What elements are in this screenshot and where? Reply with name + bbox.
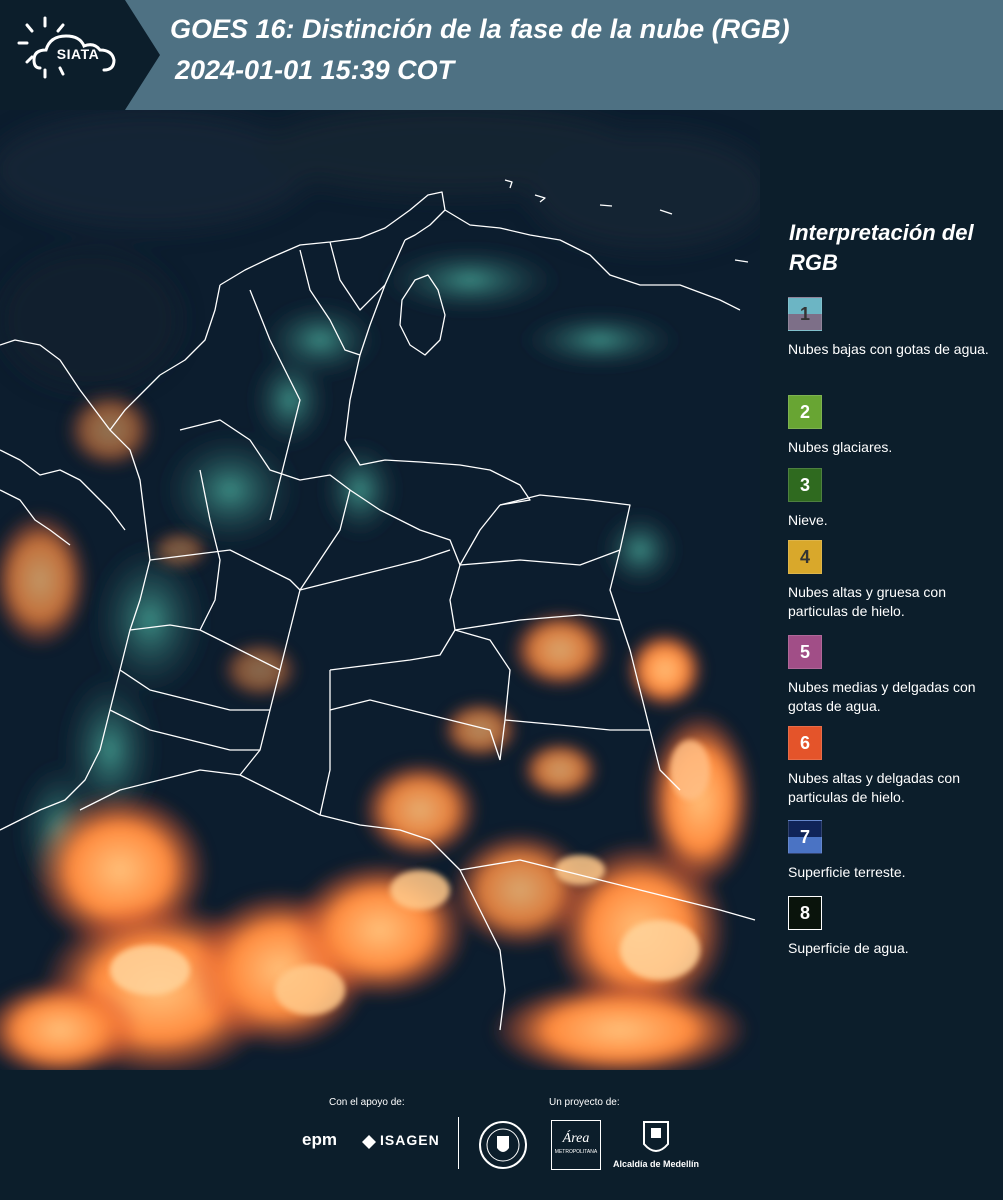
header-bar: SIATA GOES 16: Distinción de la fase de … <box>0 0 1003 110</box>
legend-swatch-3: 3 <box>788 468 822 502</box>
legend-number-8: 8 <box>799 903 810 923</box>
legend-number-1: 1 <box>799 304 810 324</box>
siata-logo-text: SIATA <box>56 46 100 62</box>
legend-item-1: 1 Nubes bajas con gotas de agua. <box>788 297 998 359</box>
footer-separator <box>458 1117 459 1169</box>
legend-swatch-6: 6 <box>788 726 822 760</box>
legend-number-7: 7 <box>799 827 810 847</box>
siata-logo[interactable]: SIATA <box>0 0 160 110</box>
legend-label-5: Nubes medias y delgadas con gotas de agu… <box>788 679 976 714</box>
legend-swatch-8: 8 <box>788 896 822 930</box>
project-label: Un proyecto de: <box>549 1097 620 1108</box>
legend-item-7: 7 Superficie terreste. <box>788 820 998 882</box>
legend-label-2: Nubes glaciares. <box>788 439 893 455</box>
legend-number-6: 6 <box>799 733 810 753</box>
legend-number-2: 2 <box>799 402 810 422</box>
legend-label-7: Superficie terreste. <box>788 864 906 880</box>
satellite-rgb-image <box>0 110 760 1070</box>
area-logo-subtitle: METROPOLITANA <box>554 1149 598 1155</box>
legend-title: Interpretación del RGB <box>789 220 974 275</box>
footer: Con el apoyo de: Un proyecto de: epm ISA… <box>0 1070 1003 1200</box>
legend-item-4: 4 Nubes altas y gruesa con particulas de… <box>788 540 998 621</box>
area-logo-text: Área <box>562 1131 590 1146</box>
epm-logo[interactable]: epm <box>302 1130 337 1150</box>
legend-label-1: Nubes bajas con gotas de agua. <box>788 341 989 357</box>
legend-item-6: 6 Nubes altas y delgadas con particulas … <box>788 726 998 807</box>
isagen-logo[interactable]: ISAGEN <box>362 1132 440 1149</box>
legend-swatch-5: 5 <box>788 635 822 669</box>
page-timestamp: 2024-01-01 15:39 COT <box>175 55 455 85</box>
legend-item-8: 8 Superficie de agua. <box>788 896 998 958</box>
legend-item-3: 3 Nieve. <box>788 468 998 530</box>
legend-swatch-1: 1 <box>788 297 822 331</box>
legend-label-4: Nubes altas y gruesa con particulas de h… <box>788 584 946 619</box>
legend-label-6: Nubes altas y delgadas con particulas de… <box>788 770 960 805</box>
legend-swatch-4: 4 <box>788 540 822 574</box>
page-title: GOES 16: Distinción de la fase de la nub… <box>170 14 790 44</box>
medellin-seal-icon[interactable] <box>478 1120 528 1170</box>
legend-number-3: 3 <box>799 475 810 495</box>
satellite-map[interactable] <box>0 110 760 1070</box>
legend-swatch-7: 7 <box>788 820 822 854</box>
legend-number-4: 4 <box>799 547 810 567</box>
legend-label-8: Superficie de agua. <box>788 940 909 956</box>
isagen-mark-icon <box>362 1135 376 1149</box>
legend-panel: Interpretación del RGB 1 Nubes bajas con… <box>760 110 1003 1070</box>
legend-number-5: 5 <box>799 642 810 662</box>
area-metropolitana-logo[interactable]: Área METROPOLITANA <box>551 1120 601 1170</box>
legend-label-3: Nieve. <box>788 512 828 528</box>
legend-item-5: 5 Nubes medias y delgadas con gotas de a… <box>788 635 998 716</box>
alcaldia-logo-text: Alcaldía de Medellín <box>613 1159 700 1169</box>
legend-item-2: 2 Nubes glaciares. <box>788 395 998 457</box>
legend-swatch-2: 2 <box>788 395 822 429</box>
support-label: Con el apoyo de: <box>329 1097 405 1108</box>
isagen-logo-text: ISAGEN <box>380 1132 440 1148</box>
alcaldia-shield-icon[interactable] <box>641 1120 671 1158</box>
